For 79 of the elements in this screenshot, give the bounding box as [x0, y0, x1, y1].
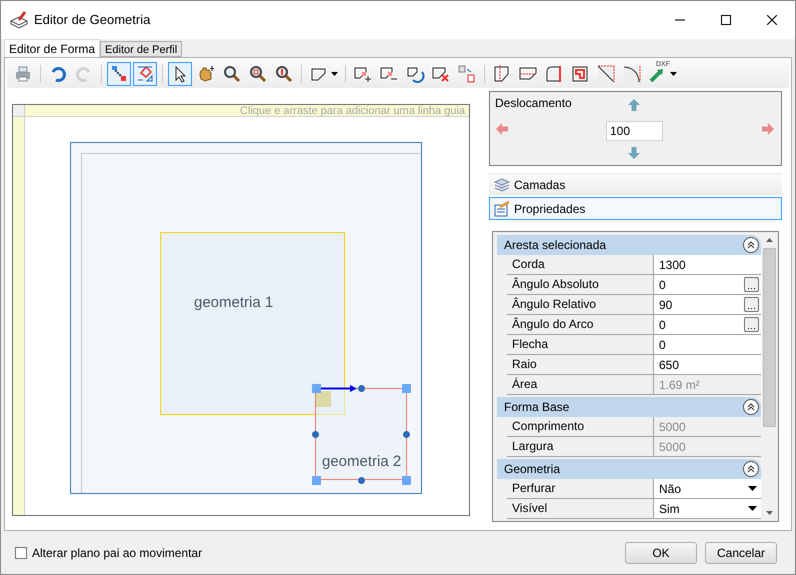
move-icon: [457, 64, 477, 84]
property-value[interactable]: 1300: [653, 255, 761, 274]
corner-handle[interactable]: [402, 384, 411, 393]
ellipsis-button[interactable]: [744, 297, 759, 312]
chevron-icon: [747, 241, 755, 249]
ellipsis-button[interactable]: [744, 277, 759, 292]
chamfer-icon: [596, 64, 616, 84]
snap-line-icon: [109, 64, 129, 84]
property-label: Ângulo Relativo: [511, 296, 598, 313]
properties-icon: [494, 200, 510, 216]
section-title: Aresta selecionada: [504, 237, 608, 254]
section-header[interactable]: Aresta selecionada: [497, 235, 761, 255]
fillet-icon: [622, 64, 642, 84]
edge-direction-arrow: [321, 385, 357, 392]
property-label: Ângulo Absoluto: [511, 276, 600, 293]
caret-icon: [331, 72, 338, 76]
geometry-label: geometria 1: [194, 293, 274, 313]
property-label: Visível: [511, 500, 548, 517]
ellipsis-button[interactable]: [744, 317, 759, 332]
dropdown-caret-icon: [748, 486, 757, 491]
offset-field[interactable]: 100: [606, 121, 663, 141]
zoom-extent-icon: [274, 64, 294, 84]
collapse-button[interactable]: [743, 399, 759, 415]
property-label: Corda: [511, 256, 546, 273]
dialog-button[interactable]: OK: [625, 542, 697, 564]
ruler-corner: [13, 105, 25, 117]
chevron-icon: [747, 465, 755, 473]
scroll-up-icon[interactable]: [766, 238, 773, 242]
chevron-icon: [747, 403, 755, 411]
reparent-checkbox[interactable]: Alterar plano pai ao movimentar: [15, 544, 202, 562]
corner-handle[interactable]: [312, 476, 321, 485]
property-value[interactable]: Sim: [653, 499, 761, 518]
property-value[interactable]: 0: [653, 275, 761, 294]
toolbar-button[interactable]: [168, 62, 192, 86]
snap-shape-icon: [135, 64, 155, 84]
property-value[interactable]: 90: [653, 295, 761, 314]
scrollbar-thumb[interactable]: [763, 248, 776, 427]
window-title: Editor de Geometria: [34, 11, 150, 30]
property-label: Raio: [511, 356, 538, 373]
ruler-hint: Clique e arraste para adicionar uma linha guia: [240, 105, 465, 116]
scroll-down-icon[interactable]: [766, 511, 773, 515]
round-corner-icon: [544, 64, 564, 84]
section-header[interactable]: Geometria: [497, 459, 761, 479]
panel-header[interactable]: Camadas: [489, 173, 782, 196]
offset-shape-icon: [570, 64, 590, 84]
drawing-canvas[interactable]: Clique e arraste para adicionar uma linha guia geometria 1 geometria 2: [12, 104, 470, 516]
property-value[interactable]: 0: [653, 315, 761, 334]
property-value[interactable]: 650: [653, 355, 761, 374]
property-value[interactable]: 0: [653, 335, 761, 354]
property-label: Comprimento: [511, 418, 586, 435]
property-value[interactable]: Não: [653, 479, 761, 498]
corner-handle[interactable]: [402, 476, 411, 485]
printer-icon: [13, 64, 33, 84]
corner-handle[interactable]: [312, 384, 321, 393]
property-label: Largura: [511, 438, 554, 455]
zoom-icon: [222, 64, 242, 84]
overlap-area: [316, 391, 331, 407]
caret-icon: [670, 72, 677, 76]
dialog-button[interactable]: Cancelar: [705, 542, 777, 564]
zoom-window-icon: [248, 64, 268, 84]
tab[interactable]: Editor de Forma: [4, 39, 100, 57]
collapse-button[interactable]: [743, 461, 759, 477]
dropdown-caret-icon: [748, 506, 757, 511]
layers-icon: [494, 176, 510, 192]
section-header[interactable]: Forma Base: [497, 397, 761, 417]
close-icon: [767, 15, 777, 25]
section-title: Forma Base: [504, 399, 570, 416]
property-label: Flecha: [511, 336, 550, 353]
geometry-label: geometria 2: [322, 452, 402, 472]
panel-header[interactable]: Propriedades: [489, 197, 782, 220]
property-label: Ângulo do Arco: [511, 316, 594, 333]
app-icon: [9, 11, 29, 29]
property-label: Área: [511, 376, 538, 393]
offset-title: Deslocamento: [495, 95, 572, 112]
property-label: Perfurar: [511, 480, 556, 497]
tab[interactable]: Editor de Perfil: [100, 41, 182, 57]
maximize-icon: [721, 15, 731, 25]
collapse-button[interactable]: [743, 237, 759, 253]
section-title: Geometria: [504, 461, 562, 478]
